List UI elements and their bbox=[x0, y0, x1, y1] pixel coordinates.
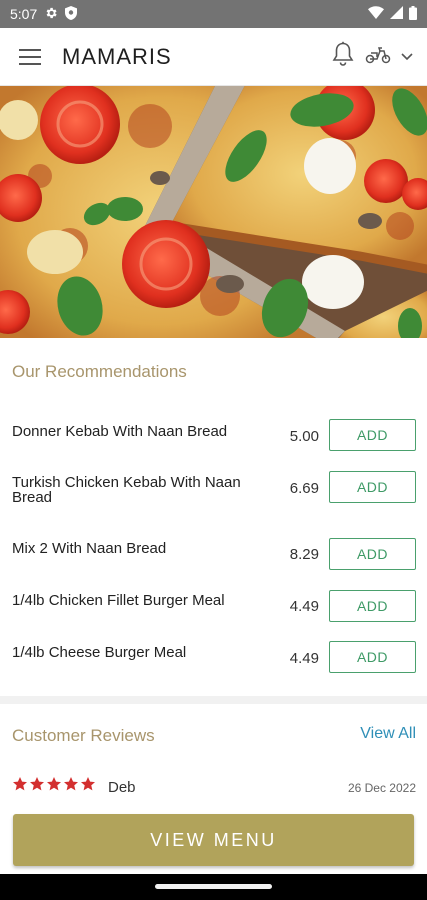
star-icon bbox=[30, 777, 44, 791]
shield-icon bbox=[65, 5, 78, 23]
status-bar: 5:07 bbox=[0, 0, 427, 28]
star-icon bbox=[64, 777, 78, 791]
wifi-icon bbox=[368, 6, 384, 22]
section-divider bbox=[0, 696, 427, 704]
app-header: MAMARIS bbox=[0, 28, 427, 86]
signal-icon bbox=[390, 6, 403, 22]
item-price: 4.49 bbox=[289, 598, 319, 615]
system-navigation-bar bbox=[0, 874, 427, 900]
app-title: MAMARIS bbox=[62, 43, 172, 69]
recommendations-title: Our Recommendations bbox=[12, 362, 187, 381]
item-name: Mix 2 With Naan Bread bbox=[12, 540, 167, 557]
add-button[interactable]: ADD bbox=[329, 419, 416, 451]
view-menu-button[interactable]: VIEW MENU bbox=[13, 814, 414, 866]
item-name: 1/4lb Chicken Fillet Burger Meal bbox=[12, 592, 225, 609]
bell-icon[interactable] bbox=[331, 41, 355, 72]
review-date: 26 Dec 2022 bbox=[347, 781, 416, 795]
pizza-hero-image bbox=[0, 86, 427, 338]
chevron-down-icon[interactable] bbox=[401, 48, 413, 66]
recommendations-section: Our Recommendations Donner Kebab With Na… bbox=[0, 338, 427, 696]
battery-icon bbox=[409, 5, 417, 23]
star-rating bbox=[12, 776, 96, 792]
add-button[interactable]: ADD bbox=[329, 471, 416, 503]
hamburger-menu-button[interactable] bbox=[0, 28, 60, 86]
gear-icon bbox=[44, 6, 58, 23]
item-price: 4.49 bbox=[289, 650, 319, 667]
home-indicator[interactable] bbox=[155, 884, 272, 889]
item-price: 5.00 bbox=[289, 428, 319, 445]
star-icon bbox=[13, 777, 27, 791]
item-name: 1/4lb Cheese Burger Meal bbox=[12, 644, 187, 661]
reviews-title: Customer Reviews bbox=[12, 726, 155, 745]
item-name: Donner Kebab With Naan Bread bbox=[12, 423, 228, 440]
star-icon bbox=[81, 777, 95, 791]
add-button[interactable]: ADD bbox=[329, 590, 416, 622]
reviewer-name: Deb bbox=[108, 779, 136, 796]
item-price: 6.69 bbox=[289, 480, 319, 497]
add-button[interactable]: ADD bbox=[329, 641, 416, 673]
view-all-link[interactable]: View All bbox=[360, 725, 416, 743]
status-time: 5:07 bbox=[10, 6, 38, 22]
add-button[interactable]: ADD bbox=[329, 538, 416, 570]
item-price: 8.29 bbox=[289, 546, 319, 563]
review-item: Deb 26 Dec 2022 bbox=[12, 776, 416, 796]
item-name: Turkish Chicken Kebab With Naan Bread bbox=[12, 474, 241, 506]
scooter-icon[interactable] bbox=[365, 44, 391, 69]
hamburger-menu-icon bbox=[19, 48, 41, 65]
star-icon bbox=[47, 777, 61, 791]
customer-reviews-section: Customer Reviews View All Deb 26 Dec 202… bbox=[0, 704, 427, 814]
